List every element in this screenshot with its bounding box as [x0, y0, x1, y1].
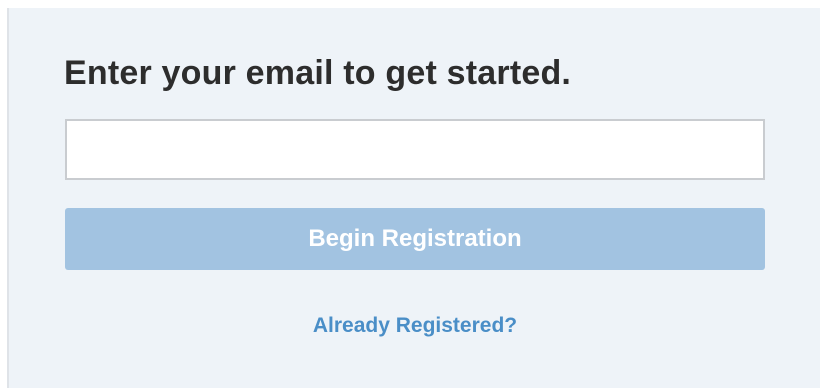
registration-panel: Enter your email to get started. Begin R… [7, 8, 820, 388]
page-title: Enter your email to get started. [64, 54, 572, 92]
page: Enter your email to get started. Begin R… [0, 0, 820, 388]
email-field[interactable] [65, 119, 765, 180]
already-registered-link[interactable]: Already Registered? [65, 311, 765, 341]
begin-registration-button[interactable]: Begin Registration [65, 208, 765, 270]
